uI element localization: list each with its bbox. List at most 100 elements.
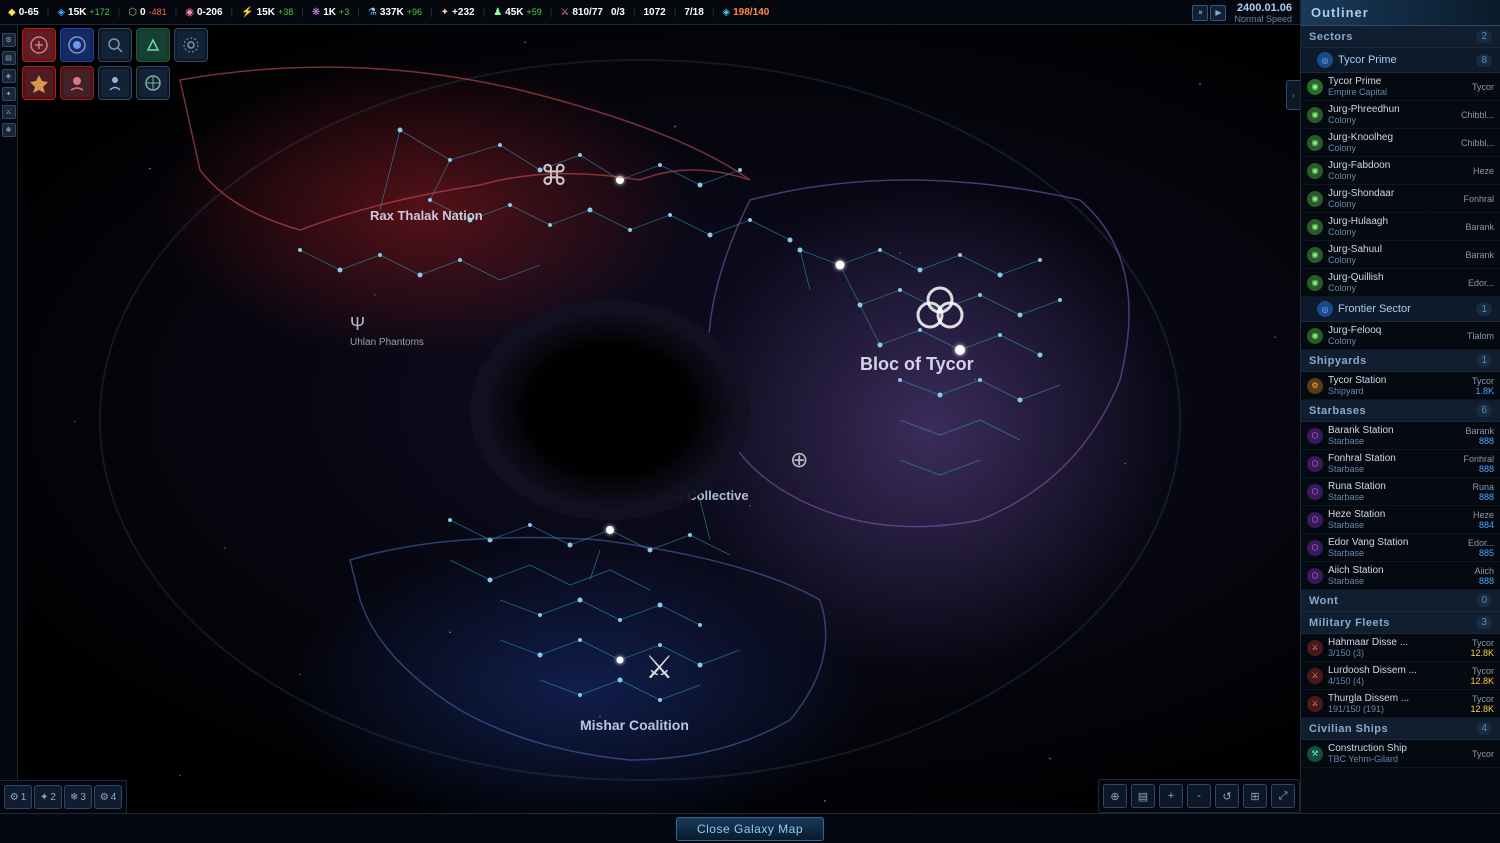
left-tool-3[interactable]: ◈ <box>2 69 16 83</box>
bottom-right-controls: ⊕ ▤ + - ↺ ⊞ ⤢ <box>1098 779 1300 813</box>
colony-icon: ◉ <box>1307 163 1323 179</box>
colony-icon: ◉ <box>1307 219 1323 235</box>
speed-1-button[interactable]: ⚙1 <box>4 785 32 809</box>
date-display: ⏸ ▶ 2400.01.06 Normal Speed <box>1184 0 1300 25</box>
tycor-station-item[interactable]: ⚙ Tycor Station Shipyard Tycor 1.8K <box>1301 372 1500 400</box>
sectors-section-header[interactable]: Sectors 2 <box>1301 26 1500 48</box>
outliner-collapse-button[interactable]: › <box>1286 80 1300 110</box>
construction-ship-item[interactable]: ⚒ Construction Ship TBC Yehm-Gilard Tyco… <box>1301 740 1500 768</box>
hahmaar-disse-item[interactable]: ⚔ Hahmaar Disse ... 3/150 (3) Tycor 12.8… <box>1301 634 1500 662</box>
power-stat: ◈ 198/140 <box>722 7 769 18</box>
tycor-prime-subsection[interactable]: ◎ Tycor Prime 8 <box>1301 48 1500 73</box>
starbase-icon: ⬡ <box>1307 428 1323 444</box>
civilian-icon: ⚒ <box>1307 746 1323 762</box>
starbases-section-header[interactable]: Starbases 6 <box>1301 400 1500 422</box>
aiich-station-item[interactable]: ⬡ Aiich Station Starbase Aiich 888 <box>1301 562 1500 590</box>
military-fleets-section-header[interactable]: Military Fleets 3 <box>1301 612 1500 634</box>
sector-icon: ◎ <box>1317 52 1333 68</box>
thurgla-dissem-item[interactable]: ⚔ Thurgla Dissem ... 191/150 (191) Tycor… <box>1301 690 1500 718</box>
speed-2-button[interactable]: ✦2 <box>34 785 62 809</box>
jurg-shondaar-item[interactable]: ◉ Jurg-Shondaar Colony Fonhral <box>1301 185 1500 213</box>
species-button[interactable] <box>60 66 94 100</box>
left-tool-5[interactable]: ⚔ <box>2 105 16 119</box>
settings-button[interactable] <box>174 28 208 62</box>
lurdoosh-dissem-item[interactable]: ⚔ Lurdoosh Dissem ... 4/150 (4) Tycor 12… <box>1301 662 1500 690</box>
colony-icon: ◉ <box>1307 328 1323 344</box>
energy-stat: ⚡ 15K +38 <box>241 7 293 18</box>
current-date: 2400.01.06 <box>1237 2 1292 14</box>
heze-station-item[interactable]: ⬡ Heze Station Starbase Heze 884 <box>1301 506 1500 534</box>
jurg-phreedhun-item[interactable]: ◉ Jurg-Phreedhun Colony Chibbl... <box>1301 101 1500 129</box>
left-tool-4[interactable]: ✦ <box>2 87 16 101</box>
zoom-out-button[interactable]: - <box>1187 784 1211 808</box>
speed-4-button[interactable]: ⚙4 <box>94 785 122 809</box>
planet-icon: ◉ <box>1307 79 1323 95</box>
fonhral-station-item[interactable]: ⬡ Fonhral Station Starbase Fonhral 888 <box>1301 450 1500 478</box>
rotate-button[interactable]: ↺ <box>1215 784 1239 808</box>
empire-button[interactable] <box>22 66 56 100</box>
pause-button[interactable]: ⏸ <box>1192 5 1208 21</box>
colony-icon: ◉ <box>1307 247 1323 263</box>
galaxy-map-area[interactable]: Rax Thalak Nation Bloc of Tycor Ixidar S… <box>0 0 1300 843</box>
diplomacy-button[interactable] <box>136 28 170 62</box>
shipyards-section-header[interactable]: Shipyards 1 <box>1301 350 1500 372</box>
colony-icon: ◉ <box>1307 107 1323 123</box>
play-button[interactable]: ▶ <box>1210 5 1226 21</box>
zoom-in-button[interactable]: + <box>1159 784 1183 808</box>
left-tool-6[interactable]: ❋ <box>2 123 16 137</box>
fleet-icon: ⚔ <box>1307 640 1323 656</box>
left-tool-1[interactable]: ⚙ <box>2 33 16 47</box>
fleet2-stat: 0/3 <box>611 7 625 18</box>
bottom-bar: Close Galaxy Map <box>0 813 1500 843</box>
icon-row-2 <box>22 66 208 100</box>
num2-stat: 7/18 <box>684 7 703 18</box>
tech-button[interactable] <box>60 28 94 62</box>
starbase-icon: ⬡ <box>1307 512 1323 528</box>
jurg-fabdoon-item[interactable]: ◉ Jurg-Fabdoon Colony Heze <box>1301 157 1500 185</box>
civilian-ships-section-header[interactable]: Civilian Ships 4 <box>1301 718 1500 740</box>
close-galaxy-map-button[interactable]: Close Galaxy Map <box>676 817 824 841</box>
frontier-sector-subsection[interactable]: ◎ Frontier Sector 1 <box>1301 297 1500 322</box>
filter-button[interactable]: ▤ <box>1131 784 1155 808</box>
starbase-icon: ⬡ <box>1307 568 1323 584</box>
tycor-prime-item[interactable]: ◉ Tycor Prime Empire Capital Tycor <box>1301 73 1500 101</box>
jurg-knoolheg-item[interactable]: ◉ Jurg-Knoolheg Colony Chibbl... <box>1301 129 1500 157</box>
jurg-quillish-item[interactable]: ◉ Jurg-Quillish Colony Edor... <box>1301 269 1500 297</box>
black-hole <box>470 300 750 520</box>
search-button[interactable] <box>98 28 132 62</box>
jurg-sahuul-item[interactable]: ◉ Jurg-Sahuul Colony Barank <box>1301 241 1500 269</box>
left-toolbar: ⚙ ▤ ◈ ✦ ⚔ ❋ <box>0 25 18 843</box>
minerals-stat: ◈ 15K +172 <box>57 7 109 18</box>
num1-stat: 1072 <box>643 7 665 18</box>
map-view-button[interactable]: ⊕ <box>1103 784 1127 808</box>
starbase-icon: ⬡ <box>1307 484 1323 500</box>
jurg-hulaagh-item[interactable]: ◉ Jurg-Hulaagh Colony Barank <box>1301 213 1500 241</box>
runa-station-item[interactable]: ⬡ Runa Station Starbase Runa 888 <box>1301 478 1500 506</box>
consumer-goods-stat: ◉ 0-206 <box>185 7 222 18</box>
pop-stat: ♟ 45K +59 <box>493 7 542 18</box>
outliner-panel: Outliner Sectors 2 ◎ Tycor Prime 8 ◉ Tyc… <box>1300 0 1500 843</box>
wont-section-header[interactable]: Wont 0 <box>1301 590 1500 612</box>
mishar-coalition-territory <box>280 540 880 840</box>
colony-icon: ◉ <box>1307 191 1323 207</box>
expand-button[interactable]: ⤢ <box>1271 784 1295 808</box>
speed-controls[interactable]: ⏸ ▶ <box>1192 5 1226 21</box>
fleet-icon: ⚔ <box>1307 696 1323 712</box>
policy-button[interactable] <box>22 28 56 62</box>
icon-buttons <box>22 28 208 100</box>
grid-button[interactable]: ⊞ <box>1243 784 1267 808</box>
speed-3-button[interactable]: ❄3 <box>64 785 92 809</box>
fleet-stat: ⚔ 810/77 <box>560 7 603 18</box>
federation-button[interactable] <box>136 66 170 100</box>
bottom-left-controls: ⚙1 ✦2 ❄3 ⚙4 <box>0 780 127 813</box>
jurg-felooq-item[interactable]: ◉ Jurg-Felooq Colony Tlalom <box>1301 322 1500 350</box>
starbase-icon: ⬡ <box>1307 540 1323 556</box>
unity-stat: ✦ +232 <box>441 7 475 18</box>
barank-station-item[interactable]: ⬡ Barank Station Starbase Barank 888 <box>1301 422 1500 450</box>
credits-stat: ◆ 0-65 <box>8 7 39 18</box>
edor-vang-station-item[interactable]: ⬡ Edor Vang Station Starbase Edor... 885 <box>1301 534 1500 562</box>
fleet-icon: ⚔ <box>1307 668 1323 684</box>
colony-icon: ◉ <box>1307 275 1323 291</box>
left-tool-2[interactable]: ▤ <box>2 51 16 65</box>
leaders-button[interactable] <box>98 66 132 100</box>
